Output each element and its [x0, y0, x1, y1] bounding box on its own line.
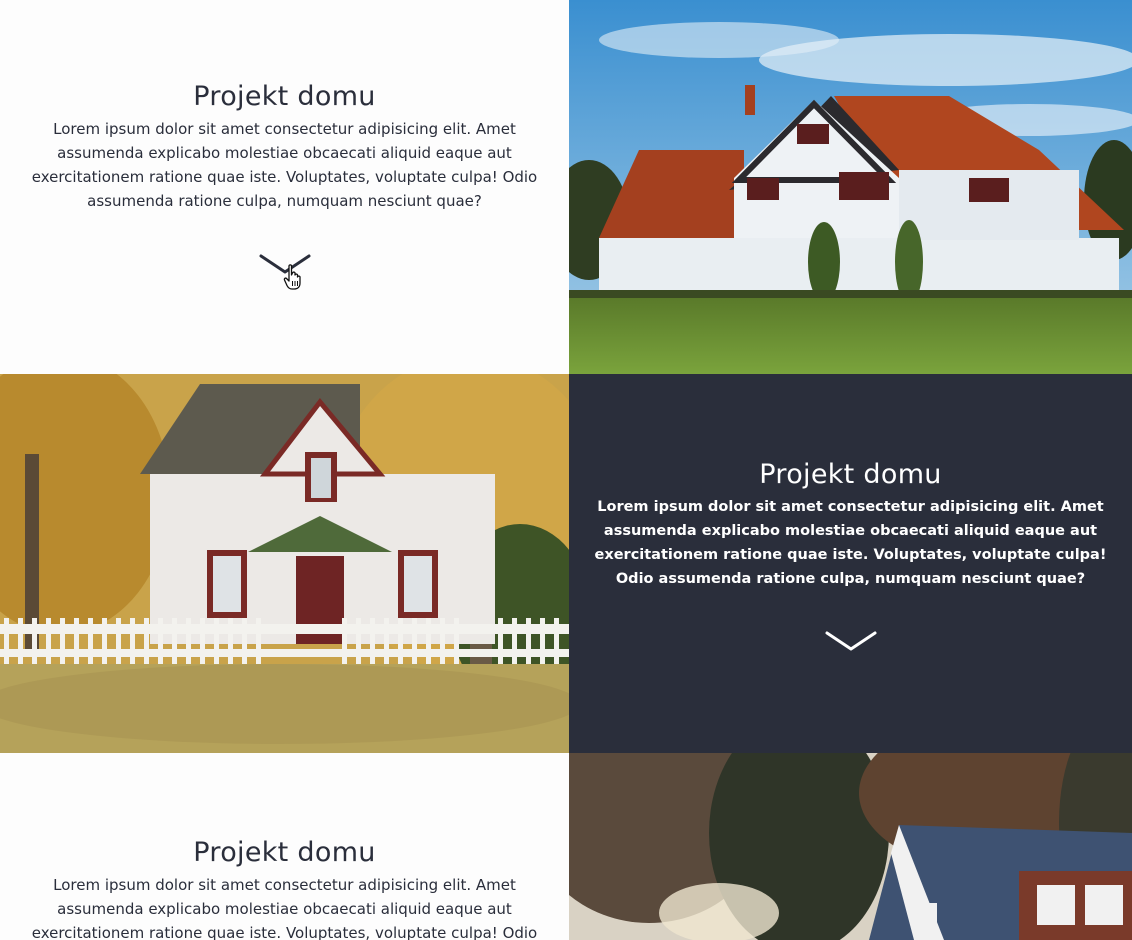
tudor-house-photo — [569, 0, 1132, 374]
project-description: Lorem ipsum dolor sit amet consectetur a… — [594, 499, 1107, 587]
project-description: Lorem ipsum dolor sit amet consectetur a… — [31, 120, 538, 210]
project-card-3-text: Projekt domu Lorem ipsum dolor sit amet … — [0, 753, 569, 940]
project-card-2-text: Projekt domu Lorem ipsum dolor sit amet … — [569, 374, 1132, 753]
project-description: Lorem ipsum dolor sit amet consectetur a… — [31, 876, 538, 940]
project-title: Projekt domu — [193, 837, 376, 868]
hand-pointer-icon — [283, 264, 301, 290]
project-title: Projekt domu — [193, 81, 376, 112]
forest-cabin-photo — [569, 753, 1132, 940]
projects-grid: Projekt domu Lorem ipsum dolor sit amet … — [0, 0, 1132, 940]
white-farmhouse-photo — [0, 374, 569, 753]
project-title: Projekt domu — [759, 459, 942, 490]
chevron-down-icon[interactable] — [825, 630, 877, 652]
project-card-1-text: Projekt domu Lorem ipsum dolor sit amet … — [0, 0, 569, 374]
